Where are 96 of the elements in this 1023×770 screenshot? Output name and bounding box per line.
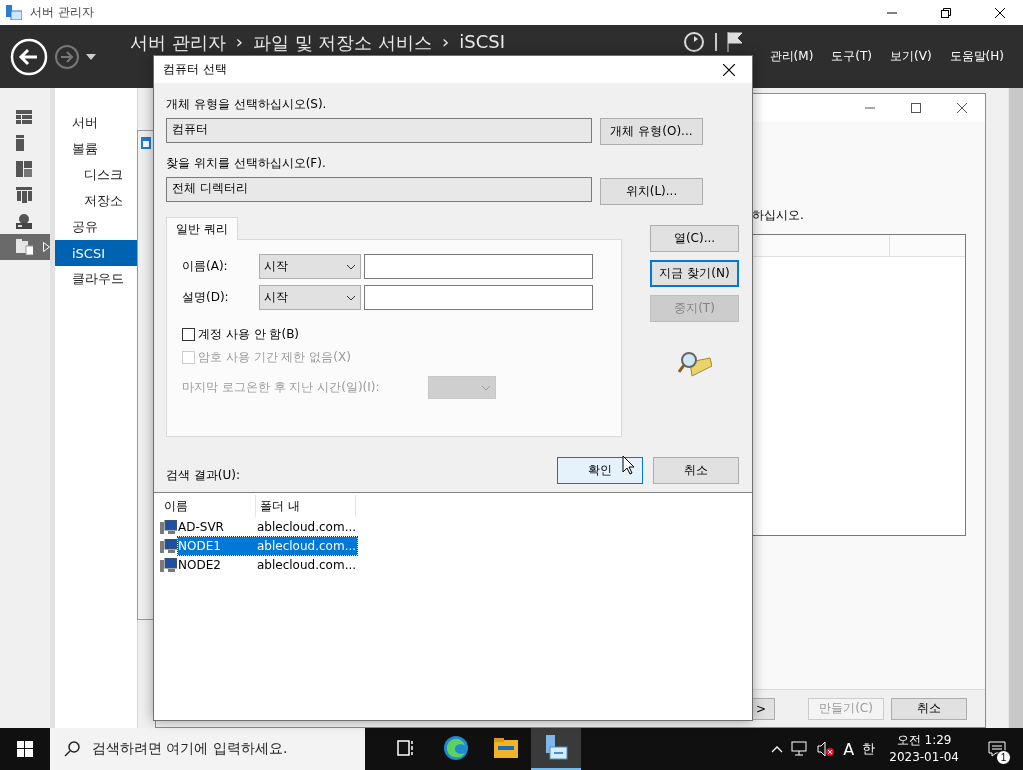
chevron-down-icon bbox=[346, 294, 356, 301]
network-icon[interactable] bbox=[791, 741, 810, 757]
dashboard-icon bbox=[16, 110, 32, 124]
field-label: 이름(A): bbox=[182, 258, 229, 275]
sidebar-icon-item[interactable] bbox=[0, 234, 50, 260]
results-label: 검색 결과(U): bbox=[166, 467, 240, 484]
table-cell: ablecloud.com... bbox=[257, 519, 357, 534]
breadcrumb-text: 서버 관리자 bbox=[130, 31, 226, 55]
input-indicator[interactable]: 한 bbox=[862, 740, 876, 758]
chevron-up-icon[interactable] bbox=[771, 745, 784, 753]
search-directory-icon bbox=[677, 350, 712, 378]
dialog-button[interactable]: 지금 찾기(N) bbox=[650, 260, 739, 287]
dialog-title: 컴퓨터 선택 bbox=[163, 61, 227, 78]
task-view-icon bbox=[397, 740, 415, 756]
separator-icon bbox=[714, 33, 717, 51]
breadcrumb-text: › bbox=[235, 31, 243, 54]
menu-item[interactable]: 보기(V) bbox=[890, 48, 932, 65]
input-indicator[interactable]: A bbox=[843, 739, 855, 759]
nav-item[interactable]: iSCSI bbox=[55, 240, 137, 266]
readonly-field: 컴퓨터 bbox=[166, 118, 592, 143]
breadcrumb-text: › bbox=[442, 31, 450, 54]
forward-button[interactable] bbox=[54, 43, 80, 70]
browser-icon bbox=[443, 735, 469, 761]
server-group-icon bbox=[16, 187, 32, 203]
menu-item[interactable]: 도구(T) bbox=[831, 48, 873, 65]
table-cell: ablecloud.com... bbox=[257, 557, 357, 572]
nav-item[interactable]: 서버 bbox=[55, 110, 137, 136]
dropdown[interactable]: 시작 bbox=[259, 285, 361, 310]
folder-icon bbox=[494, 738, 518, 758]
server-manager-icon bbox=[544, 735, 568, 761]
maximize-icon bbox=[911, 103, 921, 113]
text-input[interactable] bbox=[364, 285, 593, 310]
tab[interactable]: 일반 쿼리 bbox=[166, 217, 238, 240]
flag-icon[interactable] bbox=[726, 32, 743, 52]
mouse-pointer-icon bbox=[622, 455, 635, 475]
window-icon bbox=[141, 137, 151, 149]
nav-item[interactable]: 디스크 bbox=[55, 162, 137, 188]
menu-item[interactable]: 관리(M) bbox=[769, 48, 814, 65]
computer-icon bbox=[160, 538, 177, 553]
notification-count: 1 bbox=[996, 750, 1011, 765]
result-row[interactable]: AD-SVR ablecloud.com... bbox=[178, 517, 357, 536]
column-header[interactable]: 이름 bbox=[160, 495, 256, 517]
search-icon bbox=[64, 741, 80, 757]
chevron-down-icon bbox=[480, 384, 491, 391]
server-icon bbox=[16, 135, 24, 151]
app-icon bbox=[6, 5, 22, 20]
wizard-button[interactable]: 취소 bbox=[891, 697, 967, 720]
dialog-button[interactable]: 취소 bbox=[653, 457, 739, 484]
dropdown-caret-icon[interactable] bbox=[86, 53, 96, 60]
dropdown[interactable]: 시작 bbox=[259, 254, 361, 279]
field-label: 설명(D): bbox=[182, 289, 230, 306]
dialog-button[interactable]: 위치(L)... bbox=[600, 178, 703, 205]
chevron-down-icon bbox=[346, 263, 356, 270]
result-row[interactable]: NODE1 ablecloud.com... bbox=[178, 536, 357, 555]
nav-item[interactable]: 저장소 bbox=[55, 188, 137, 214]
menu-item[interactable]: 도움말(H) bbox=[949, 48, 1004, 65]
close-icon bbox=[957, 103, 967, 113]
nav-item[interactable]: 클라우드 bbox=[55, 266, 137, 292]
search-field[interactable]: 검색하려면 여기에 입력하세요. bbox=[50, 728, 365, 770]
instruction-text: 하십시오. bbox=[752, 207, 805, 224]
checkbox[interactable]: 계정 사용 안 함(B) bbox=[182, 326, 621, 343]
windows-logo-icon bbox=[17, 741, 33, 757]
table-cell-text: NODE2 bbox=[178, 557, 222, 572]
breadcrumb-text: iSCSI bbox=[459, 31, 506, 54]
computer-icon bbox=[160, 557, 177, 572]
text-input[interactable] bbox=[364, 254, 593, 279]
breadcrumb-text: 파일 및 저장소 서비스 bbox=[252, 31, 433, 55]
readonly-field: 전체 디렉터리 bbox=[166, 177, 592, 202]
close-icon bbox=[723, 63, 735, 76]
scrollbar[interactable] bbox=[1008, 88, 1023, 728]
column-header[interactable]: 폴더 내 bbox=[256, 495, 356, 517]
dialog-button[interactable]: 열(C)... bbox=[650, 225, 739, 252]
field-label: 마지막 로그온한 후 지난 시간(일)(I): bbox=[182, 379, 380, 396]
dialog-button[interactable]: 개체 유형(O)... bbox=[600, 118, 703, 145]
result-row[interactable]: NODE2 ablecloud.com... bbox=[178, 555, 357, 574]
servers-icon bbox=[16, 161, 32, 177]
back-button[interactable] bbox=[10, 37, 48, 76]
computer-icon bbox=[160, 519, 177, 534]
file-services-icon bbox=[16, 239, 34, 255]
clock[interactable]: 오전 1:29 2023-01-04 bbox=[889, 732, 959, 766]
window-title: 서버 관리자 bbox=[30, 4, 94, 21]
dialog-button[interactable]: 확인 bbox=[557, 457, 643, 484]
taskbar-app-button[interactable] bbox=[531, 728, 581, 770]
nav-item[interactable]: 공유 bbox=[55, 214, 137, 240]
restore-icon bbox=[941, 7, 951, 18]
table-cell-text: NODE1 bbox=[178, 538, 222, 553]
field-label: 찾을 위치를 선택하십시오(F). bbox=[166, 155, 327, 172]
expand-arrow-icon bbox=[43, 242, 50, 252]
notifications-button[interactable]: 1 bbox=[977, 728, 1017, 770]
table-cell: ablecloud.com... bbox=[257, 538, 357, 553]
table-cell-text: AD-SVR bbox=[178, 519, 225, 534]
storage-server-icon bbox=[16, 213, 32, 229]
close-icon bbox=[995, 7, 1005, 18]
field-label: 개체 유형을 선택하십시오(S). bbox=[166, 96, 328, 113]
speaker-muted-icon[interactable] bbox=[817, 741, 836, 757]
nav-item[interactable]: 볼륨 bbox=[55, 136, 137, 162]
